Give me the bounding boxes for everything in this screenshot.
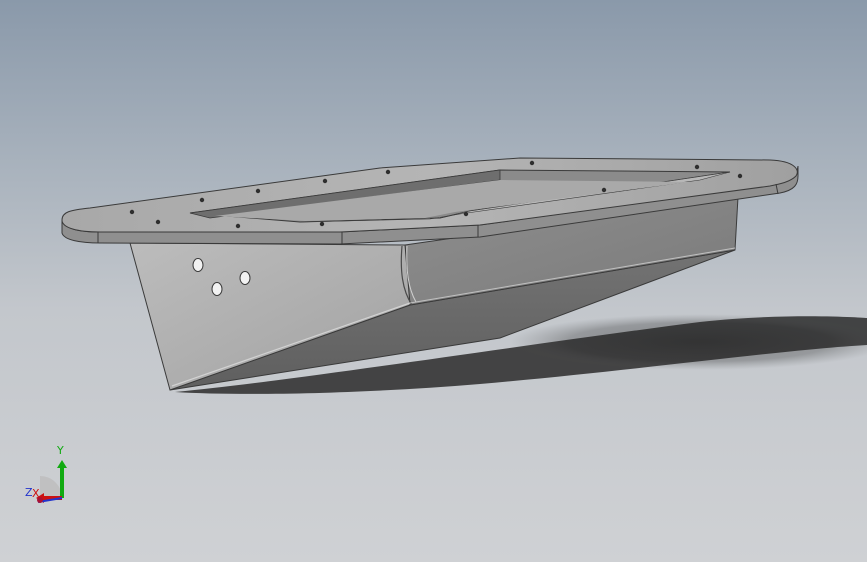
flange-bolt-hole — [529, 160, 535, 166]
mount-hole — [211, 282, 223, 296]
x-axis-label: X — [32, 487, 40, 500]
y-axis-arrow — [57, 460, 67, 468]
graphics-viewport[interactable]: Y Z X — [0, 0, 867, 562]
3d-model-view[interactable] — [0, 0, 867, 562]
flange-bolt-hole — [235, 223, 241, 229]
flange-bolt-hole — [129, 209, 135, 215]
mount-hole — [192, 258, 204, 272]
flange-bolt-hole — [737, 173, 743, 179]
flange-bolt-hole — [255, 188, 261, 194]
flange-bolt-hole — [322, 178, 328, 184]
flange-bolt-hole — [463, 211, 469, 217]
flange-bolt-hole — [319, 221, 325, 227]
mount-hole — [239, 271, 251, 285]
flange-bolt-hole — [694, 164, 700, 170]
flange-bolt-hole — [199, 197, 205, 203]
flange-bolt-hole — [155, 219, 161, 225]
flange-bolt-hole — [601, 187, 607, 193]
axis-triad: Y Z X — [25, 444, 67, 503]
flange-bolt-hole — [385, 169, 391, 175]
y-axis-label: Y — [56, 444, 64, 457]
